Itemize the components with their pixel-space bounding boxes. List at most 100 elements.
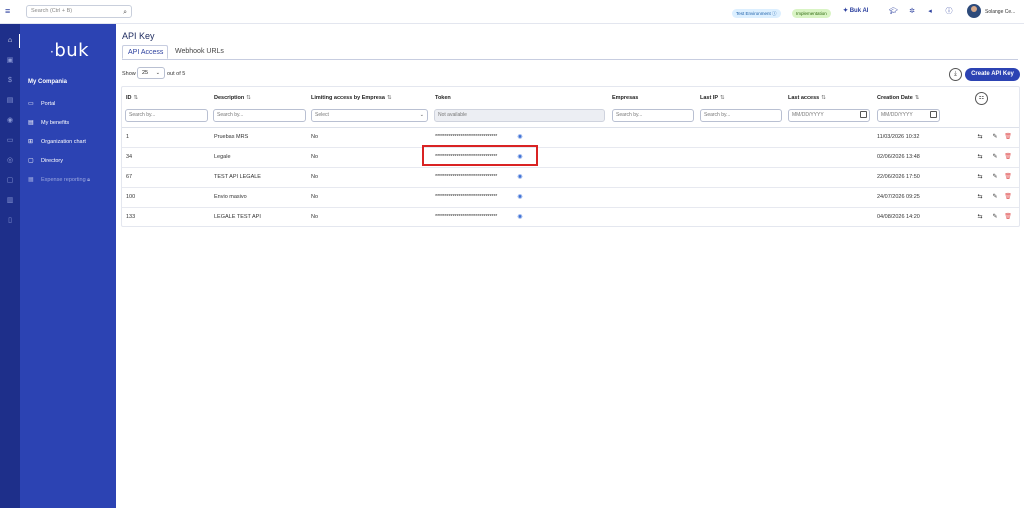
- buk-ai-button[interactable]: ✦ Buk AI: [843, 7, 868, 14]
- page-size-select[interactable]: 25 ⌄: [137, 67, 165, 79]
- eye-icon[interactable]: ◉: [516, 193, 524, 201]
- permissions-icon[interactable]: ⇆: [976, 153, 984, 161]
- create-api-key-button[interactable]: Create API Key: [965, 68, 1020, 81]
- delete-icon[interactable]: 🗑︎: [1004, 133, 1012, 141]
- avatar[interactable]: [967, 4, 981, 18]
- filter-id-input[interactable]: Search by...: [125, 109, 208, 122]
- chevron-down-icon: ⌄: [419, 112, 424, 118]
- calendar-icon[interactable]: ▣: [6, 57, 14, 65]
- download-button[interactable]: ⤓: [949, 68, 962, 81]
- delete-icon[interactable]: 🗑︎: [1004, 173, 1012, 181]
- edit-icon[interactable]: ✎: [991, 193, 999, 201]
- edit-icon[interactable]: ✎: [991, 213, 999, 221]
- cell-id: 67: [126, 174, 133, 180]
- highlight-box: [422, 145, 538, 166]
- cell-description: TEST API LEGALE: [214, 174, 261, 180]
- download-icon: ⤓: [954, 71, 957, 77]
- table-row: 1 Pruebas MRS No ***********************…: [122, 128, 1019, 148]
- cell-limiting: No: [311, 194, 319, 200]
- filter-creation-date[interactable]: MM/DD/YYYY: [877, 109, 940, 122]
- tab-webhook-urls[interactable]: Webhook URLs: [170, 45, 229, 59]
- header-last-access[interactable]: Last access ⇅: [788, 95, 826, 101]
- folder-icon[interactable]: ▢: [6, 177, 14, 185]
- sidebar-item-organization-chart[interactable]: ⊞ Organization chart: [28, 138, 86, 145]
- cell-token: ********************************: [435, 174, 498, 180]
- eye-icon[interactable]: ◎: [6, 157, 14, 165]
- sidebar-item-expense-reporting[interactable]: ▦ Expense reporting 🔒︎: [28, 176, 90, 184]
- permissions-icon[interactable]: ⇆: [976, 193, 984, 201]
- header-creation-date[interactable]: Creation Date ⇅: [877, 95, 919, 101]
- cell-limiting: No: [311, 154, 319, 160]
- calendar-icon[interactable]: [930, 111, 937, 118]
- edit-icon[interactable]: ✎: [991, 173, 999, 181]
- monitor-icon: ▭: [28, 101, 34, 107]
- table-row: 133 LEGALE TEST API No *****************…: [122, 208, 1019, 228]
- sidebar-item-my-benefits[interactable]: ▤ My benefits: [28, 119, 69, 126]
- cell-creation-date: 04/08/2026 14:20: [877, 214, 920, 220]
- cell-token: ********************************: [435, 134, 498, 140]
- printer-icon[interactable]: ▥: [6, 197, 14, 205]
- top-bar: ≡ Search (Ctrl + B) ⌕ Test Environment ⓘ…: [0, 0, 1024, 24]
- edit-icon[interactable]: ✎: [991, 133, 999, 141]
- graduation-cap-icon[interactable]: 🎓︎: [889, 8, 898, 16]
- buk-logo[interactable]: ·buk: [50, 40, 89, 61]
- header-id[interactable]: ID ⇅: [126, 95, 138, 101]
- show-label: Show: [122, 71, 136, 77]
- help-icon[interactable]: ⓘ: [945, 8, 953, 16]
- test-environment-badge[interactable]: Test Environment ⓘ: [732, 9, 781, 18]
- permissions-icon[interactable]: ⇆: [976, 173, 984, 181]
- filter-last-ip-input[interactable]: Search by...: [700, 109, 782, 122]
- gift-icon: ▤: [28, 120, 34, 126]
- icon-rail: ⌂ ▣ $ ▤ ◉ ▭ ◎ ▢ ▥ ▯: [0, 24, 21, 508]
- sidebar: ·buk My Compania ▭ Portal ▤ My benefits ⊞ O…: [20, 24, 116, 508]
- sidebar-item-portal[interactable]: ▭ Portal: [28, 100, 55, 107]
- people-icon[interactable]: ◉: [6, 117, 14, 125]
- permissions-icon[interactable]: ⇆: [976, 133, 984, 141]
- receipt-icon: ▦: [28, 177, 34, 183]
- implementation-badge[interactable]: Implementation: [792, 9, 831, 18]
- briefcase-icon[interactable]: ▭: [6, 137, 14, 145]
- megaphone-icon[interactable]: ◂: [926, 8, 934, 16]
- filter-empresas-input[interactable]: Search by...: [612, 109, 694, 122]
- sort-icon: ⇅: [821, 95, 826, 101]
- company-name[interactable]: My Compania: [28, 79, 67, 85]
- user-name[interactable]: Solange Ce...: [985, 9, 1015, 15]
- header-description[interactable]: Description ⇅: [214, 95, 251, 101]
- main-content: API Key API Access Webhook URLs Show 25 …: [116, 24, 1024, 508]
- edit-icon[interactable]: ✎: [991, 153, 999, 161]
- dollar-icon[interactable]: $: [6, 77, 14, 85]
- eye-icon[interactable]: ◉: [516, 213, 524, 221]
- eye-icon[interactable]: ◉: [516, 133, 524, 141]
- settings-icon[interactable]: ✲: [908, 8, 916, 16]
- cell-limiting: No: [311, 134, 319, 140]
- delete-icon[interactable]: 🗑︎: [1004, 213, 1012, 221]
- cell-token: ********************************: [435, 194, 498, 200]
- eye-icon[interactable]: ◉: [516, 173, 524, 181]
- filter-description-input[interactable]: Search by...: [213, 109, 306, 122]
- permissions-icon[interactable]: ⇆: [976, 213, 984, 221]
- calendar-icon[interactable]: [860, 111, 867, 118]
- filter-last-access-date[interactable]: MM/DD/YYYY: [788, 109, 870, 122]
- filter-limiting-select[interactable]: Select ⌄: [311, 109, 428, 122]
- delete-icon[interactable]: 🗑︎: [1004, 153, 1012, 161]
- tab-api-access[interactable]: API Access: [122, 45, 168, 59]
- header-limiting-access[interactable]: Limiting access by Empresa ⇅: [311, 95, 392, 101]
- cell-creation-date: 24/07/2026 09:25: [877, 194, 920, 200]
- cell-description: Pruebas MRS: [214, 134, 249, 140]
- home-icon[interactable]: ⌂: [6, 37, 14, 45]
- menu-icon[interactable]: ≡: [5, 7, 13, 16]
- lock-icon: 🔒︎: [87, 177, 91, 183]
- trash-icon[interactable]: ▯: [6, 217, 14, 225]
- search-icon[interactable]: ⌕: [123, 7, 127, 18]
- cell-description: LEGALE TEST API: [214, 214, 261, 220]
- clipboard-icon[interactable]: ▤: [6, 97, 14, 105]
- header-last-ip[interactable]: Last IP ⇅: [700, 95, 725, 101]
- sidebar-item-directory[interactable]: ▢ Directory: [28, 157, 63, 164]
- sort-icon: ⇅: [386, 95, 392, 101]
- cell-token: ********************************: [435, 214, 498, 220]
- global-search-input[interactable]: Search (Ctrl + B) ⌕: [26, 5, 132, 18]
- column-settings-button[interactable]: ⚏: [975, 92, 988, 105]
- table-row: 100 Envio masivo No ********************…: [122, 188, 1019, 208]
- org-chart-icon: ⊞: [28, 139, 34, 145]
- delete-icon[interactable]: 🗑︎: [1004, 193, 1012, 201]
